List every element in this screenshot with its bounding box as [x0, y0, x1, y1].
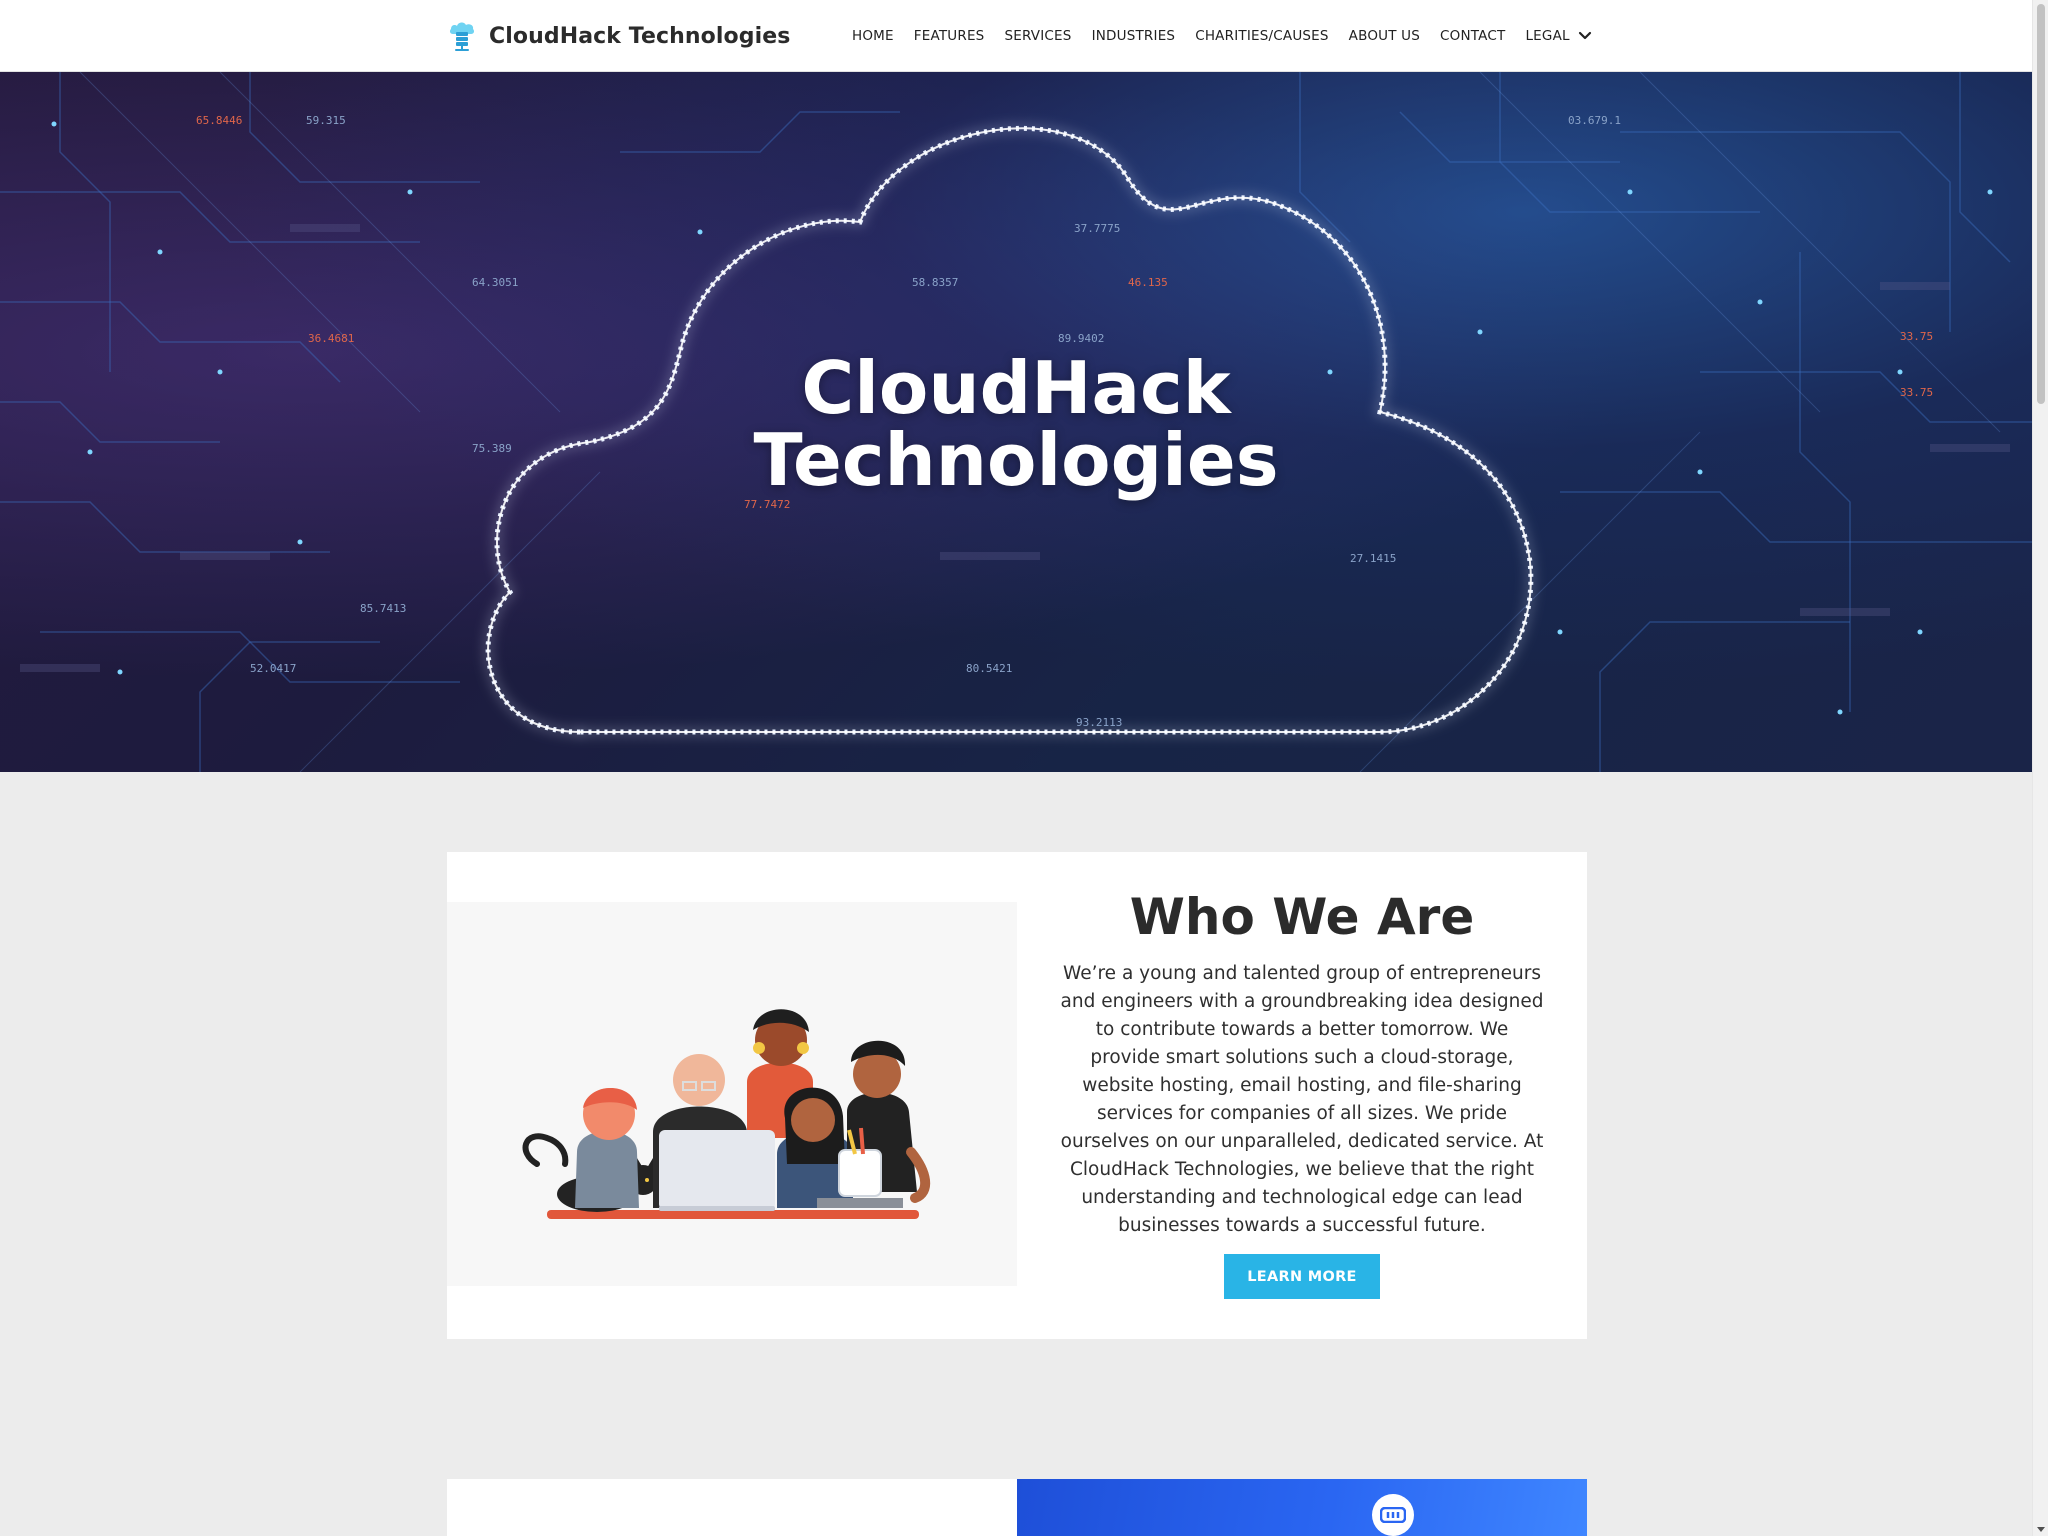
- chevron-down-icon: [1578, 31, 1591, 40]
- scroll-down-arrow-icon[interactable]: [2037, 1527, 2045, 1532]
- svg-text:85.7413: 85.7413: [360, 602, 406, 615]
- hero-banner: 65.8446 59.315 64.3051 58.8357 46.135 37…: [0, 72, 2032, 772]
- svg-text:58.8357: 58.8357: [912, 276, 958, 289]
- next-section-left-panel: [447, 1479, 1017, 1536]
- nav-home[interactable]: HOME: [842, 28, 904, 44]
- learn-more-button[interactable]: LEARN MORE: [1224, 1254, 1380, 1299]
- svg-text:36.4681: 36.4681: [308, 332, 354, 345]
- nav-contact[interactable]: CONTACT: [1430, 28, 1515, 44]
- team-around-laptop-illustration: [522, 1009, 930, 1219]
- section-title: Who We Are: [1129, 888, 1475, 946]
- nav-services[interactable]: SERVICES: [994, 28, 1081, 44]
- hero-title: CloudHack Technologies: [0, 352, 2032, 496]
- brand[interactable]: CloudHack Technologies: [447, 18, 790, 54]
- nav-charities-causes[interactable]: CHARITIES/CAUSES: [1185, 28, 1338, 44]
- server-icon-badge: [1372, 1494, 1414, 1536]
- svg-text:64.3051: 64.3051: [472, 276, 518, 289]
- scrollbar-thumb[interactable]: [2037, 4, 2045, 404]
- nav-features[interactable]: FEATURES: [904, 28, 995, 44]
- next-section-right-panel: [1017, 1479, 1587, 1536]
- svg-text:37.7775: 37.7775: [1074, 222, 1120, 235]
- who-we-are-section: Who We Are We’re a young and talented gr…: [447, 852, 1587, 1339]
- svg-text:89.9402: 89.9402: [1058, 332, 1104, 345]
- svg-text:33.75: 33.75: [1900, 330, 1933, 343]
- team-illustration: [447, 902, 1017, 1286]
- nav-legal-label: LEGAL: [1525, 28, 1570, 44]
- main-nav: HOME FEATURES SERVICES INDUSTRIES CHARIT…: [842, 0, 1602, 72]
- svg-text:80.5421: 80.5421: [966, 662, 1012, 675]
- cloud-server-icon: [449, 22, 475, 51]
- nav-industries[interactable]: INDUSTRIES: [1082, 28, 1186, 44]
- svg-text:59.315: 59.315: [306, 114, 346, 127]
- site-header: CloudHack Technologies HOME FEATURES SER…: [0, 0, 2032, 72]
- hero-title-line2: Technologies: [753, 418, 1279, 502]
- nav-legal-dropdown[interactable]: LEGAL: [1515, 28, 1601, 44]
- server-icon: [1380, 1507, 1406, 1523]
- brand-name: CloudHack Technologies: [489, 23, 791, 49]
- svg-text:93.2113: 93.2113: [1076, 716, 1122, 729]
- nav-about-us[interactable]: ABOUT US: [1339, 28, 1430, 44]
- svg-text:65.8446: 65.8446: [196, 114, 242, 127]
- svg-text:46.135: 46.135: [1128, 276, 1168, 289]
- svg-text:52.0417: 52.0417: [250, 662, 296, 675]
- section-body: We’re a young and talented group of entr…: [1060, 963, 1544, 1236]
- svg-text:03.679.1: 03.679.1: [1568, 114, 1621, 127]
- page-scrollbar[interactable]: [2032, 0, 2048, 1536]
- svg-text:27.1415: 27.1415: [1350, 552, 1396, 565]
